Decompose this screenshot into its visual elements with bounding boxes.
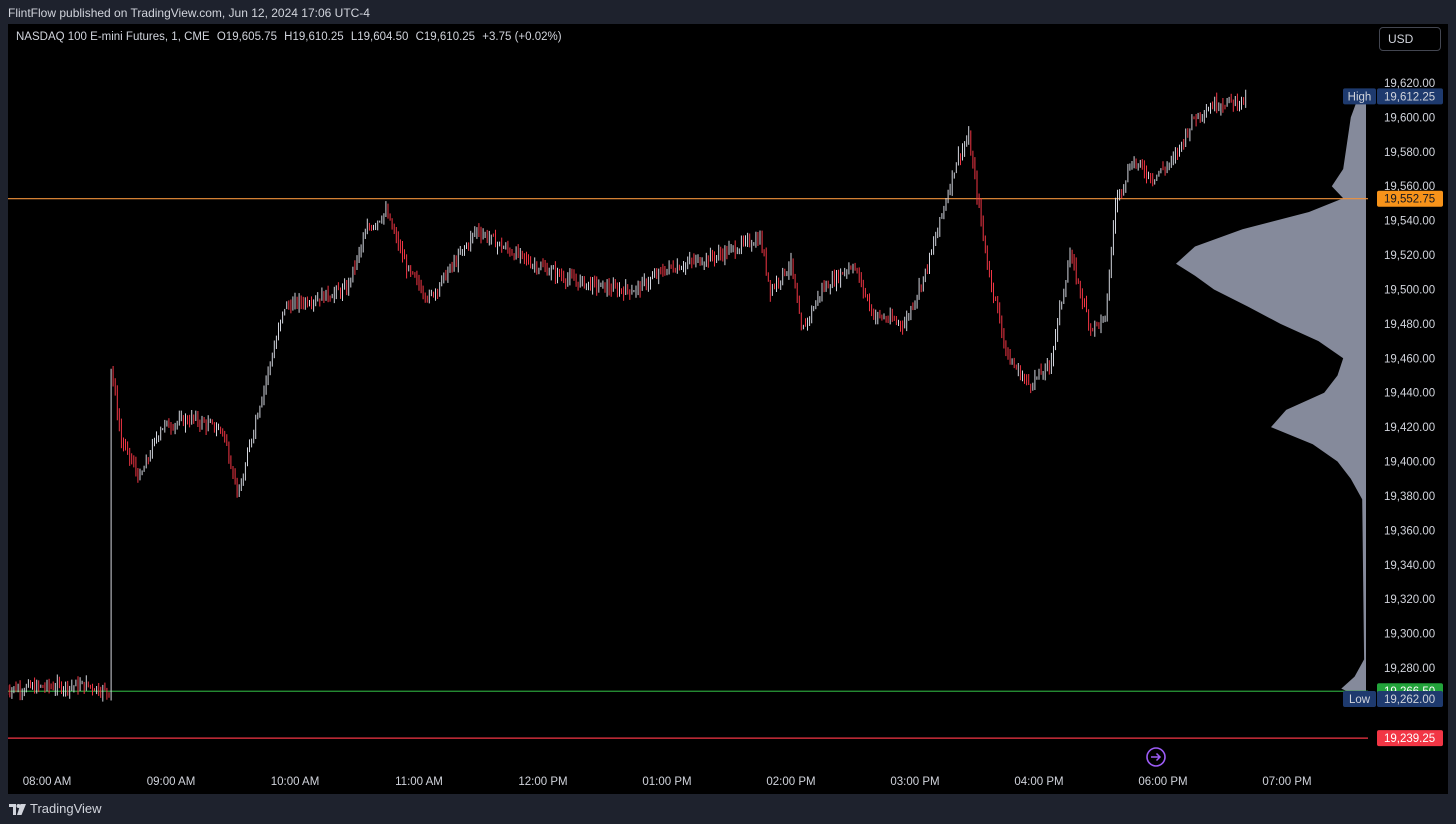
published-by-text: FlintFlow published on TradingView.com, … [8, 6, 370, 20]
y-tick-label: 19,620.00 [1384, 78, 1435, 90]
scroll-to-realtime-button[interactable] [1146, 747, 1166, 767]
volume-profile-shape [1176, 96, 1366, 696]
time-axis: 08:00 AM 09:00 AM 10:00 AM 11:00 AM 12:00 PM… [23, 776, 1312, 788]
chart-pane[interactable]: 19,620.00 19,600.00 19,580.00 19,560.00 19,5… [8, 24, 1448, 794]
high-side-label: High [1348, 91, 1372, 103]
y-tick-label: 19,540.00 [1384, 216, 1435, 228]
y-tick-label: 19,520.00 [1384, 250, 1435, 262]
high-price-label: 19,612.25 [1384, 91, 1435, 103]
x-tick-label: 11:00 AM [395, 776, 443, 788]
x-tick-label: 06:00 PM [1138, 776, 1187, 788]
y-tick-label: 19,480.00 [1384, 319, 1435, 331]
high-value: H19,610.25 [284, 31, 344, 43]
y-tick-label: 19,420.00 [1384, 422, 1435, 434]
low-value: L19,604.50 [350, 31, 409, 43]
x-tick-label: 04:00 PM [1014, 776, 1063, 788]
y-tick-label: 19,440.00 [1384, 388, 1435, 400]
open-value: O19,605.75 [216, 31, 277, 43]
y-tick-label: 19,400.00 [1384, 457, 1435, 469]
y-tick-label: 19,360.00 [1384, 525, 1435, 537]
low-side-label: Low [1349, 694, 1371, 706]
change-value: +3.75 (+0.02%) [482, 31, 562, 43]
x-tick-label: 10:00 AM [271, 776, 320, 788]
y-tick-label: 19,600.00 [1384, 112, 1435, 124]
orange-level-price-label: 19,552.75 [1384, 194, 1435, 206]
red-level-price-label: 19,239.25 [1384, 733, 1435, 745]
y-tick-label: 19,460.00 [1384, 353, 1435, 365]
tradingview-logo-icon [9, 804, 26, 815]
x-tick-label: 09:00 AM [147, 776, 196, 788]
symbol-name[interactable]: NASDAQ 100 E-mini Futures, 1, CME [16, 31, 210, 43]
x-tick-label: 03:00 PM [890, 776, 939, 788]
x-tick-label: 07:00 PM [1262, 776, 1311, 788]
y-tick-label: 19,500.00 [1384, 284, 1435, 296]
y-tick-label: 19,280.00 [1384, 663, 1435, 675]
currency-button[interactable]: USD [1379, 27, 1441, 51]
y-tick-label: 19,320.00 [1384, 594, 1435, 606]
footer-brand: TradingView [30, 801, 102, 816]
low-price-label: 19,262.00 [1384, 694, 1435, 706]
price-chart[interactable]: 19,620.0019,600.0019,580.0019,560.0019,5… [8, 24, 1448, 794]
chart-legend: NASDAQ 100 E-mini Futures, 1, CME O19,60… [16, 31, 562, 43]
y-tick-label: 19,300.00 [1384, 629, 1435, 641]
y-tick-label: 19,380.00 [1384, 491, 1435, 503]
arrow-right-icon [1151, 752, 1162, 762]
x-tick-label: 02:00 PM [766, 776, 815, 788]
horizontal-levels [8, 198, 1368, 739]
x-tick-label: 12:00 PM [518, 776, 567, 788]
price-axis: 19,620.0019,600.0019,580.0019,560.0019,5… [1384, 78, 1435, 675]
candles [8, 89, 1247, 702]
footer: TradingView [0, 796, 1456, 824]
volume-profile [1176, 96, 1366, 696]
x-tick-label: 01:00 PM [642, 776, 691, 788]
y-tick-label: 19,580.00 [1384, 147, 1435, 159]
close-value: C19,610.25 [415, 31, 476, 43]
y-tick-label: 19,340.00 [1384, 560, 1435, 572]
x-tick-label: 08:00 AM [23, 776, 72, 788]
